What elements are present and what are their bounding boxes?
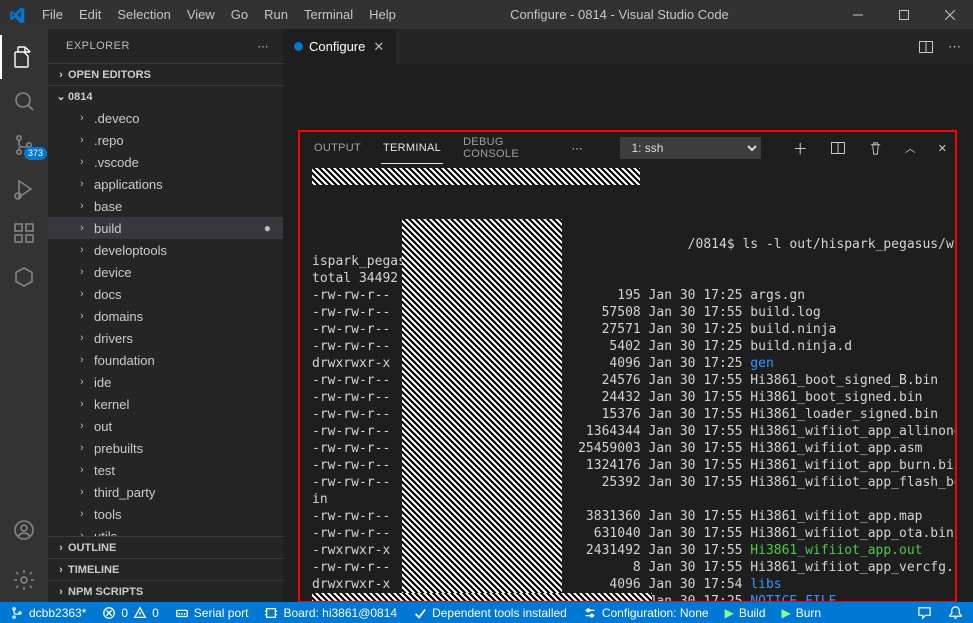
folder-base[interactable]: ›base — [48, 195, 283, 217]
folder-build[interactable]: ›build● — [48, 217, 283, 239]
status-bar: dcbb2363* 0 0 Serial port Board: hi3861@… — [0, 602, 973, 623]
outline-section[interactable]: ›OUTLINE — [48, 536, 283, 558]
kill-terminal-icon[interactable] — [866, 141, 885, 156]
new-terminal-icon[interactable]: ＋ — [791, 138, 810, 159]
minimize-button[interactable] — [835, 0, 881, 29]
folder-foundation[interactable]: ›foundation — [48, 349, 283, 371]
settings-gear-icon[interactable] — [0, 558, 48, 602]
maximize-button[interactable] — [881, 0, 927, 29]
burn-button[interactable]: ▶Burn — [782, 606, 822, 620]
folder-kernel[interactable]: ›kernel — [48, 393, 283, 415]
editor-tabs: Configure ✕ ⋯ — [284, 29, 973, 64]
tab-label: Configure — [309, 39, 365, 54]
split-terminal-icon[interactable] — [828, 140, 848, 156]
accounts-icon[interactable] — [0, 508, 48, 552]
run-debug-icon[interactable] — [0, 167, 48, 211]
scm-badge: 373 — [24, 147, 47, 160]
folder-device[interactable]: ›device — [48, 261, 283, 283]
git-branch-status[interactable]: dcbb2363* — [10, 606, 86, 620]
problems-status[interactable]: 0 0 — [102, 606, 158, 620]
panel-tab-terminal[interactable]: TERMINAL — [381, 132, 443, 164]
menu-help[interactable]: Help — [361, 0, 404, 29]
deveco-icon[interactable] — [0, 255, 48, 299]
panel-maximize-icon[interactable]: ︿ — [903, 140, 918, 156]
notifications-icon[interactable] — [948, 605, 963, 620]
menu-terminal[interactable]: Terminal — [296, 0, 361, 29]
folder-domains[interactable]: ›domains — [48, 305, 283, 327]
explorer-icon[interactable] — [0, 35, 48, 79]
folder-applications[interactable]: ›applications — [48, 173, 283, 195]
panel-tab-output[interactable]: OUTPUT — [312, 132, 363, 164]
explorer-more-icon[interactable]: ⋯ — [258, 40, 270, 53]
open-editors-section[interactable]: ›OPEN EDITORS — [48, 63, 283, 85]
close-button[interactable] — [927, 0, 973, 29]
deps-status[interactable]: Dependent tools installed — [413, 606, 567, 620]
folder-docs[interactable]: ›docs — [48, 283, 283, 305]
vscode-logo — [0, 7, 34, 23]
folder-repo[interactable]: ›.repo — [48, 129, 283, 151]
menu-selection[interactable]: Selection — [109, 0, 178, 29]
menu-edit[interactable]: Edit — [71, 0, 109, 29]
folder-tools[interactable]: ›tools — [48, 503, 283, 525]
folder-developtools[interactable]: ›developtools — [48, 239, 283, 261]
folder-test[interactable]: ›test — [48, 459, 283, 481]
config-status[interactable]: Configuration: None — [583, 606, 709, 620]
panel-more-icon[interactable]: ⋯ — [569, 142, 584, 155]
folder-ide[interactable]: ›ide — [48, 371, 283, 393]
folder-drivers[interactable]: ›drivers — [48, 327, 283, 349]
terminal-selector[interactable]: 1: ssh — [620, 137, 760, 159]
explorer-title: EXPLORER — [66, 40, 130, 52]
folder-thirdparty[interactable]: ›third_party — [48, 481, 283, 503]
folder-utils[interactable]: ›utils — [48, 525, 283, 536]
terminal-output[interactable]: /0814$ ls -l out/hispark_pegasus/wifiiot… — [300, 164, 955, 601]
redacted-region — [312, 593, 652, 601]
menu-view[interactable]: View — [179, 0, 223, 29]
build-button[interactable]: ▶Build — [725, 606, 766, 620]
title-bar: FileEditSelectionViewGoRunTerminalHelp C… — [0, 0, 973, 29]
folder-prebuilts[interactable]: ›prebuilts — [48, 437, 283, 459]
menu-bar: FileEditSelectionViewGoRunTerminalHelp — [34, 0, 404, 29]
folder-out[interactable]: ›out — [48, 415, 283, 437]
explorer-sidebar: EXPLORER ⋯ ›OPEN EDITORS ⌄0814 ›.deveco›… — [48, 29, 284, 602]
split-editor-icon[interactable] — [918, 39, 934, 55]
menu-file[interactable]: File — [34, 0, 71, 29]
window-title: Configure - 0814 - Visual Studio Code — [404, 7, 835, 22]
redacted-region — [312, 168, 640, 185]
panel-close-icon[interactable]: ✕ — [936, 142, 949, 155]
panel-tabs: OUTPUT TERMINAL DEBUG CONSOLE ⋯ 1: ssh ＋… — [300, 132, 955, 164]
tab-configure[interactable]: Configure ✕ — [284, 29, 397, 64]
serial-port-status[interactable]: Serial port — [175, 606, 249, 620]
activity-bar: 373 — [0, 29, 48, 602]
source-control-icon[interactable]: 373 — [0, 123, 48, 167]
panel-tab-debug[interactable]: DEBUG CONSOLE — [461, 132, 551, 164]
editor-more-icon[interactable]: ⋯ — [948, 39, 961, 55]
search-icon[interactable] — [0, 79, 48, 123]
root-folder-section[interactable]: ⌄0814 — [48, 85, 283, 107]
board-status[interactable]: Board: hi3861@0814 — [264, 606, 397, 620]
menu-go[interactable]: Go — [223, 0, 256, 29]
npm-scripts-section[interactable]: ›NPM SCRIPTS — [48, 580, 283, 602]
menu-run[interactable]: Run — [256, 0, 296, 29]
terminal-panel: OUTPUT TERMINAL DEBUG CONSOLE ⋯ 1: ssh ＋… — [300, 132, 955, 601]
feedback-icon[interactable] — [917, 605, 932, 620]
redacted-region — [402, 219, 562, 593]
tab-close-icon[interactable]: ✕ — [371, 39, 386, 55]
folder-deveco[interactable]: ›.deveco — [48, 107, 283, 129]
folder-vscode[interactable]: ›.vscode — [48, 151, 283, 173]
tab-modified-dot-icon — [294, 42, 303, 51]
timeline-section[interactable]: ›TIMELINE — [48, 558, 283, 580]
extensions-icon[interactable] — [0, 211, 48, 255]
